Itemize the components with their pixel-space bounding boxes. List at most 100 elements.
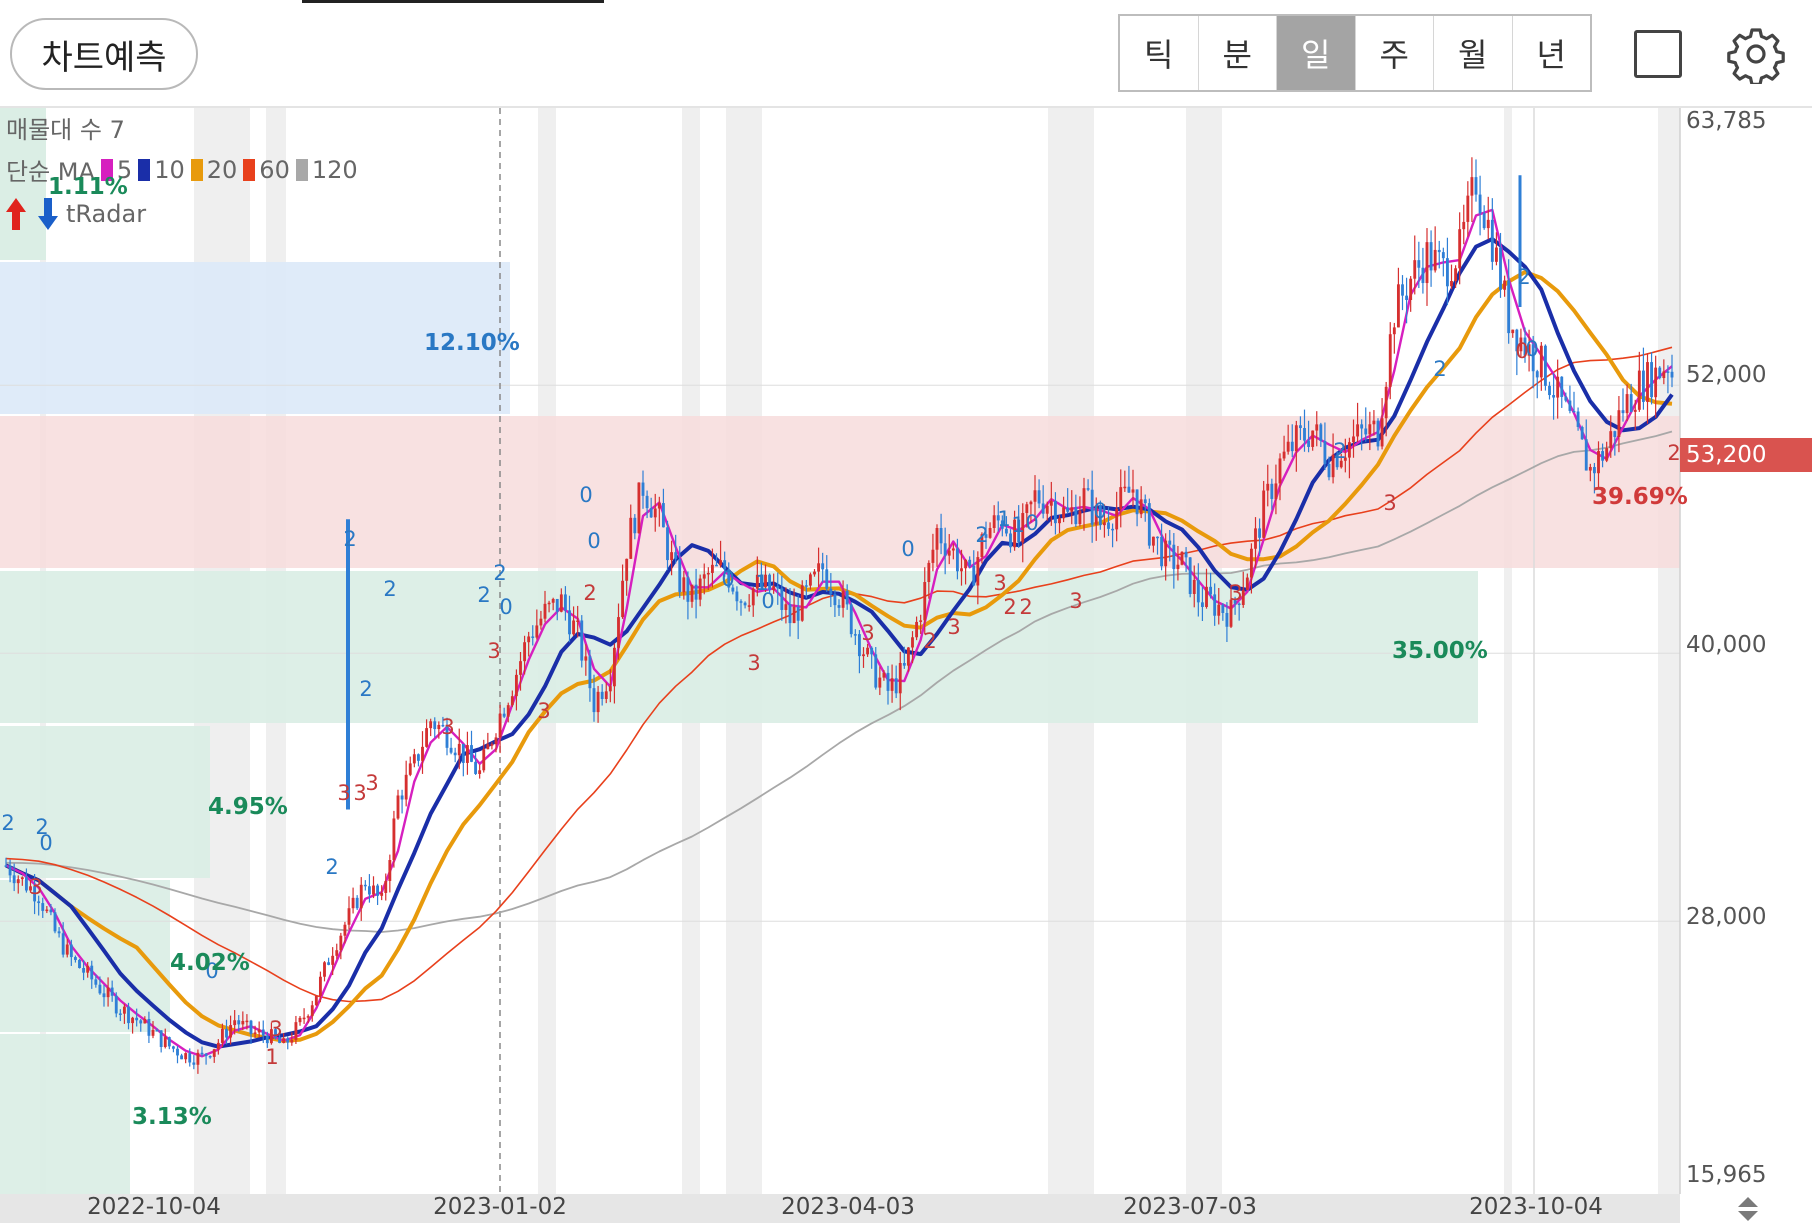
candle-body — [1417, 260, 1421, 268]
candle-body — [122, 1006, 126, 1014]
candle-body — [1115, 508, 1119, 530]
candle-body — [988, 528, 992, 538]
chart-canvas[interactable]: 2203031222233332203300201033023211032230… — [0, 108, 1812, 1198]
candle-body — [1352, 436, 1355, 443]
candle-body — [1392, 327, 1396, 335]
candle-body — [155, 1029, 159, 1032]
candle-body — [408, 763, 412, 775]
candle-body — [16, 879, 20, 884]
candle-body — [784, 604, 788, 610]
ma-swatch — [295, 158, 308, 181]
candle-body — [694, 584, 698, 600]
candle-body — [1127, 486, 1131, 493]
chart-predict-button[interactable]: 차트예측 — [10, 18, 198, 90]
candle-body — [510, 696, 514, 706]
gear-icon[interactable] — [1726, 24, 1786, 86]
candle-body — [919, 620, 923, 622]
candle-body — [702, 574, 706, 579]
candle-body — [486, 744, 490, 750]
candle-body — [1298, 425, 1302, 429]
candle-body — [82, 968, 86, 973]
candle-body — [416, 754, 420, 761]
candle-body — [960, 568, 963, 572]
candle-body — [478, 770, 482, 774]
ma-swatch — [243, 158, 256, 181]
candle-body — [163, 1037, 167, 1048]
candle-body — [1270, 483, 1274, 499]
candle-body — [735, 591, 739, 602]
wave-count-marker: 3 — [747, 651, 760, 675]
candle-body — [1511, 329, 1515, 334]
candle-body — [1445, 258, 1449, 287]
candle-body — [45, 909, 49, 912]
x-tick-label: 2023-10-04 — [1469, 1194, 1603, 1220]
candle-body — [535, 625, 539, 638]
candle-body — [470, 745, 473, 762]
tab-week[interactable]: 주 — [1356, 16, 1434, 90]
square-icon[interactable] — [1634, 30, 1682, 78]
candle-body — [204, 1053, 208, 1056]
candle-body — [1139, 499, 1143, 515]
candle-body — [612, 647, 616, 687]
candle-body — [1670, 371, 1674, 378]
candle-body — [572, 620, 576, 635]
candle-body — [188, 1053, 192, 1063]
current-price-badge: 53,200 — [1680, 438, 1812, 472]
candle-body — [1597, 451, 1600, 474]
ma-period-label: 60 — [259, 155, 290, 184]
tab-minute[interactable]: 분 — [1199, 16, 1277, 90]
candle-body — [1552, 395, 1556, 398]
candle-body — [788, 604, 792, 624]
tab-tick[interactable]: 틱 — [1120, 16, 1199, 90]
candle-body — [306, 1016, 310, 1018]
candle-body — [220, 1028, 224, 1043]
zone-pct-left-c: 3.13% — [132, 1104, 212, 1130]
candle-body — [617, 617, 620, 648]
candle-body — [1637, 370, 1641, 410]
candle-body — [580, 620, 584, 661]
candle-body — [396, 795, 400, 819]
candle-body — [4, 865, 8, 867]
candle-body — [1433, 249, 1437, 271]
tab-year[interactable]: 년 — [1513, 16, 1591, 90]
candle-body — [171, 1046, 175, 1049]
candle-body — [800, 585, 804, 621]
candle-body — [923, 582, 927, 621]
candle-body — [143, 1018, 147, 1024]
candle-body — [588, 656, 592, 689]
candle-body — [1641, 370, 1645, 402]
candle-body — [363, 884, 367, 887]
tab-month[interactable]: 월 — [1434, 16, 1513, 90]
x-axis[interactable]: 2022-10-04 2023-01-02 2023-04-03 2023-07… — [0, 1194, 1680, 1223]
candle-body — [1437, 249, 1441, 253]
candle-body — [37, 901, 41, 904]
candle-body — [159, 1030, 163, 1048]
wave-count-marker: 2 — [1333, 439, 1346, 463]
candle-body — [237, 1020, 241, 1025]
candle-body — [110, 987, 114, 996]
candle-body — [551, 598, 555, 603]
candle-body — [1568, 400, 1572, 411]
candle-body — [94, 979, 98, 985]
candle-body — [323, 962, 326, 977]
candle-body — [98, 984, 102, 994]
wave-count-marker: 2 — [1433, 357, 1446, 381]
candle-body — [645, 495, 649, 509]
zone-pct-blue: 12.10% — [424, 330, 520, 356]
candle-body — [911, 637, 914, 648]
candle-body — [678, 559, 682, 593]
candle-body — [127, 1006, 130, 1024]
scroll-handle-icon[interactable] — [1736, 1196, 1760, 1222]
candle-body — [1482, 213, 1486, 229]
tradar-legend[interactable]: tRadar — [6, 194, 146, 234]
tab-day[interactable]: 일 — [1277, 16, 1356, 90]
candle-body — [506, 705, 510, 717]
candle-body — [1082, 488, 1086, 511]
wave-count-marker: 2 — [343, 527, 356, 551]
candle-body — [24, 877, 28, 891]
candle-body — [1160, 536, 1164, 567]
shaded-band — [1504, 108, 1512, 1194]
candle-body — [286, 1038, 290, 1043]
candle-body — [972, 565, 976, 586]
candle-body — [367, 886, 371, 895]
